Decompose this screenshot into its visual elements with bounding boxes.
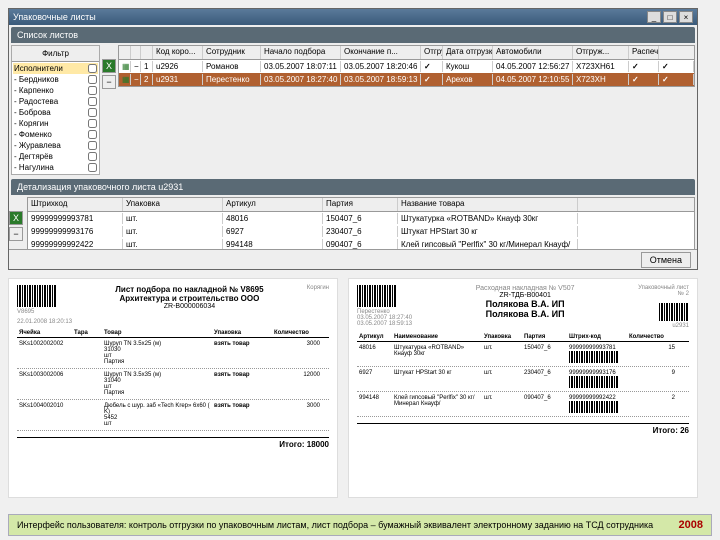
filter-check[interactable] bbox=[88, 141, 97, 150]
filter-item[interactable]: - Бердников bbox=[13, 74, 98, 85]
doc-row: SKs1003002006 Шуруп TN 3.5x35 (м) 31040 … bbox=[17, 369, 329, 400]
barcode-icon bbox=[17, 285, 57, 307]
shipping-invoice-doc: Перестенко 03.05.2007 18:27:40 03.05.200… bbox=[348, 278, 698, 498]
remove-row-icon[interactable]: − bbox=[9, 227, 23, 241]
filter-item[interactable]: - Журавлева bbox=[13, 140, 98, 151]
doc-row: 994148 Клей гипсовый "Perlfix" 30 кг/Мин… bbox=[357, 392, 689, 417]
excel-export-icon[interactable]: X bbox=[102, 59, 116, 73]
filter-check[interactable] bbox=[88, 130, 97, 139]
check-icon[interactable] bbox=[421, 61, 443, 72]
filter-check[interactable] bbox=[88, 75, 97, 84]
filter-check[interactable] bbox=[88, 86, 97, 95]
caption-bar: Интерфейс пользователя: контроль отгрузк… bbox=[8, 514, 712, 536]
titlebar: Упаковочные листы _ □ × bbox=[9, 9, 697, 25]
filter-item[interactable]: - Корягин bbox=[13, 118, 98, 129]
remove-icon[interactable]: − bbox=[131, 61, 141, 72]
detail-grid: ШтрихкодУпаковкаАртикулПартияНазвание то… bbox=[27, 197, 695, 252]
detail-grid-header[interactable]: ШтрихкодУпаковкаАртикулПартияНазвание то… bbox=[28, 198, 694, 212]
filter-check[interactable] bbox=[88, 119, 97, 128]
detail-header: Детализация упаковочного листа u2931 bbox=[11, 179, 695, 195]
excel-icon[interactable]: ▦ bbox=[119, 61, 131, 72]
filter-panel: Фильтр Исполнители - Бердников- Карпенко… bbox=[11, 45, 100, 175]
picking-sheet-doc: V8695 22.01.2008 18:20:13 Лист подбора п… bbox=[8, 278, 338, 498]
filter-check[interactable] bbox=[88, 152, 97, 161]
barcode-icon bbox=[569, 351, 619, 363]
remove-row-icon[interactable]: − bbox=[102, 75, 116, 89]
filter-check[interactable] bbox=[88, 108, 97, 117]
barcode-icon bbox=[659, 303, 689, 321]
excel-export-icon[interactable]: X bbox=[9, 211, 23, 225]
filter-item[interactable]: - Дегтярёв bbox=[13, 151, 98, 162]
detail-row[interactable]: 99999999993176 шт. 6927 230407_6 Штукат … bbox=[28, 225, 694, 238]
check-icon[interactable] bbox=[629, 61, 659, 72]
filter-item[interactable]: - Боброва bbox=[13, 107, 98, 118]
filter-item[interactable]: - Радостева bbox=[13, 96, 98, 107]
packing-lists-window: Упаковочные листы _ □ × Список листов Фи… bbox=[8, 8, 698, 270]
filter-item[interactable]: - Панфилова 2 bbox=[13, 173, 98, 174]
doc-row: 6927 Штукат HPStart 30 кг шт. 230407_6 9… bbox=[357, 367, 689, 392]
window-title: Упаковочные листы bbox=[13, 12, 96, 22]
close-icon[interactable]: × bbox=[679, 11, 693, 23]
doc-title: Лист подбора по накладной № V8695 bbox=[78, 285, 301, 294]
barcode-icon bbox=[357, 285, 397, 307]
barcode-icon bbox=[569, 401, 619, 413]
packing-list-grid: Код коро...СотрудникНачало подбораОконча… bbox=[118, 45, 695, 87]
doc-row: SKs1004002010 Дюбель с шур. заб «Tech Kr… bbox=[17, 400, 329, 431]
check-icon[interactable] bbox=[421, 74, 443, 85]
detail-row[interactable]: 99999999993781 шт. 48016 150407_6 Штукат… bbox=[28, 212, 694, 225]
minimize-icon[interactable]: _ bbox=[647, 11, 661, 23]
check-icon[interactable] bbox=[629, 74, 659, 85]
filter-item[interactable]: - Нагулина bbox=[13, 162, 98, 173]
grid-header[interactable]: Код коро...СотрудникНачало подбораОконча… bbox=[119, 46, 694, 60]
doc-row: SKs1002002002 Шуруп TN 3.5x25 (м) 31030 … bbox=[17, 338, 329, 369]
filter-item[interactable]: - Фоменко bbox=[13, 129, 98, 140]
filter-check[interactable] bbox=[88, 64, 97, 73]
doc-row: 48016 Штукатурка «ROTBAND» Кнауф 30кг шт… bbox=[357, 342, 689, 367]
filter-item[interactable]: - Карпенко bbox=[13, 85, 98, 96]
filter-column-label[interactable]: Исполнители bbox=[13, 63, 98, 74]
filter-check[interactable] bbox=[88, 97, 97, 106]
section-list-header: Список листов bbox=[11, 27, 695, 43]
grid-row[interactable]: ▦ − 1 u2926 Романов 03.05.2007 18:07:11 … bbox=[119, 60, 694, 73]
cancel-button[interactable]: Отмена bbox=[641, 252, 691, 268]
filter-header: Фильтр bbox=[12, 46, 99, 62]
caption-text: Интерфейс пользователя: контроль отгрузк… bbox=[17, 520, 653, 530]
filter-check[interactable] bbox=[88, 163, 97, 172]
check-icon[interactable] bbox=[659, 74, 694, 85]
maximize-icon[interactable]: □ bbox=[663, 11, 677, 23]
remove-icon[interactable]: − bbox=[131, 74, 141, 85]
grid-row[interactable]: ▦ − 2 u2931 Перестенко 03.05.2007 18:27:… bbox=[119, 73, 694, 86]
excel-icon[interactable]: ▦ bbox=[119, 74, 131, 85]
caption-year: 2008 bbox=[679, 519, 703, 531]
barcode-icon bbox=[569, 376, 619, 388]
check-icon[interactable] bbox=[659, 61, 694, 72]
